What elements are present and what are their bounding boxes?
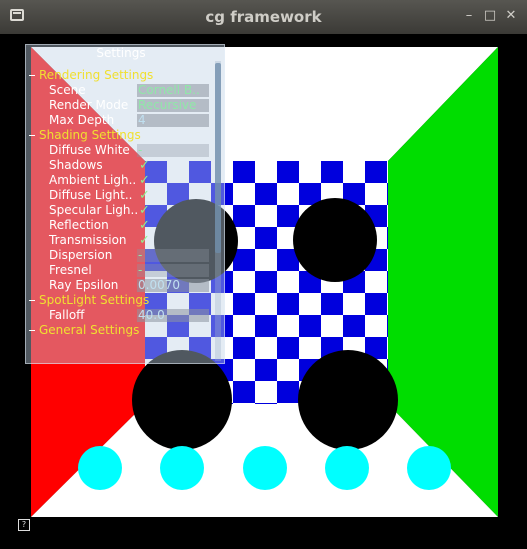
help-icon[interactable]: ? — [18, 519, 30, 531]
window-title: cg framework — [205, 8, 322, 26]
settings-panel[interactable]: Settings Rendering Settings Scene Cornel… — [25, 44, 225, 364]
dispersion-checkbox[interactable]: - — [137, 249, 209, 262]
reflection-checkbox[interactable]: ✓ — [139, 218, 150, 233]
collapse-icon — [29, 75, 35, 76]
close-button[interactable]: ✕ — [503, 8, 519, 24]
sphere — [132, 350, 232, 450]
sphere — [298, 350, 398, 450]
title-bar: cg framework – □ ✕ — [0, 0, 527, 34]
collapse-icon — [29, 135, 35, 136]
small-sphere — [407, 446, 451, 490]
setting-shadows[interactable]: Shadows ✓ — [26, 158, 216, 173]
ray-epsilon-field[interactable]: 0.0070 — [137, 279, 209, 292]
setting-diffuse-light[interactable]: Diffuse Light.. ✓ — [26, 188, 216, 203]
max-depth-field[interactable]: 4 — [137, 114, 209, 127]
setting-specular-light[interactable]: Specular Ligh.. ✓ — [26, 203, 216, 218]
collapse-icon — [29, 330, 35, 331]
settings-title: Settings — [96, 46, 146, 60]
setting-max-depth[interactable]: Max Depth 4 — [26, 113, 216, 128]
setting-dispersion[interactable]: Dispersion - — [26, 248, 216, 263]
setting-falloff[interactable]: Falloff 40.0 — [26, 308, 216, 323]
setting-ambient-light[interactable]: Ambient Ligh.. ✓ — [26, 173, 216, 188]
setting-ray-epsilon[interactable]: Ray Epsilon 0.0070 — [26, 278, 216, 293]
small-sphere — [325, 446, 369, 490]
small-sphere — [243, 446, 287, 490]
setting-scene[interactable]: Scene Cornell B.. — [26, 83, 216, 98]
minimize-button[interactable]: – — [461, 8, 477, 24]
render-mode-select[interactable]: Recursive — [137, 99, 209, 112]
scene-select[interactable]: Cornell B.. — [137, 84, 209, 97]
maximize-button[interactable]: □ — [482, 8, 498, 24]
setting-reflection[interactable]: Reflection ✓ — [26, 218, 216, 233]
diffuse-white-checkbox[interactable]: - — [137, 144, 209, 157]
collapse-icon — [29, 300, 35, 301]
fresnel-checkbox[interactable]: - — [137, 264, 209, 277]
ambient-light-checkbox[interactable]: ✓ — [139, 173, 150, 188]
setting-render-mode[interactable]: Render Mode Recursive — [26, 98, 216, 113]
settings-scrollbar-thumb[interactable] — [215, 63, 221, 253]
group-spotlight-settings[interactable]: SpotLight Settings — [26, 293, 216, 308]
shadows-checkbox[interactable]: ✓ — [139, 158, 150, 173]
setting-diffuse-white[interactable]: Diffuse White - — [26, 143, 216, 158]
setting-transmission[interactable]: Transmission ✓ — [26, 233, 216, 248]
specular-light-checkbox[interactable]: ✓ — [139, 203, 150, 218]
transmission-checkbox[interactable]: ✓ — [139, 233, 150, 248]
falloff-field[interactable]: 40.0 — [137, 309, 209, 322]
group-general-settings[interactable]: General Settings — [26, 323, 216, 338]
setting-fresnel[interactable]: Fresnel - — [26, 263, 216, 278]
sphere — [293, 198, 377, 282]
small-sphere — [78, 446, 122, 490]
small-sphere — [160, 446, 204, 490]
diffuse-light-checkbox[interactable]: ✓ — [139, 188, 150, 203]
group-rendering-settings[interactable]: Rendering Settings — [26, 68, 216, 83]
group-shading-settings[interactable]: Shading Settings — [26, 128, 216, 143]
